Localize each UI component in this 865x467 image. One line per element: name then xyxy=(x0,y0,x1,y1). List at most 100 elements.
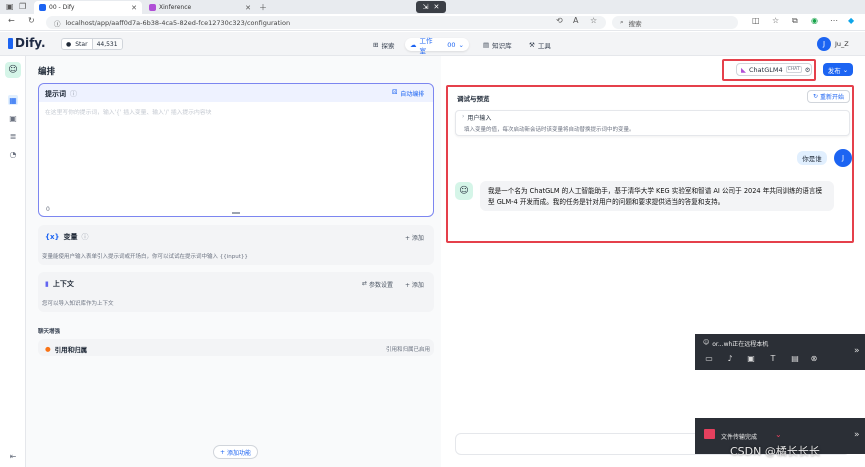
copilot-icon[interactable]: ◆ xyxy=(848,16,854,25)
magic-icon: ⚄ xyxy=(392,89,398,96)
close-tab-icon[interactable]: ✕ xyxy=(131,4,137,12)
orchestrate-icon[interactable]: ▦ xyxy=(8,95,18,105)
page-title: 编排 xyxy=(38,67,56,77)
nav-studio[interactable]: ☁ 工作室 00 ⌄ xyxy=(405,37,469,55)
github-star-button[interactable]: ● Star 44,531 xyxy=(61,38,123,50)
bot-face-icon: ☺ xyxy=(459,186,469,196)
remote-control-badge[interactable]: ⇲ ✕ xyxy=(416,1,446,13)
watermark: CSDN @橘长长长 xyxy=(730,445,820,458)
read-aloud-icon[interactable]: A xyxy=(573,16,578,25)
folder-icon[interactable]: ▤ xyxy=(790,353,800,363)
citation-icon: ● xyxy=(45,345,51,353)
chevron-down-icon[interactable]: ⌄ xyxy=(775,430,782,439)
close-tab-icon[interactable]: ✕ xyxy=(245,4,251,12)
screen-share-icon[interactable]: ▣ xyxy=(746,353,756,363)
address-bar[interactable]: ⓘ localhost/app/aaff0d7a-6b38-4ca5-82ed-… xyxy=(46,16,606,29)
context-settings-button[interactable]: ⇄ 参数设置 xyxy=(362,280,393,289)
chevron-right-icon: › xyxy=(462,113,465,120)
restart-button[interactable]: ↻ 重新开始 xyxy=(807,90,850,103)
prompt-header xyxy=(39,84,433,102)
publish-button[interactable]: 发布 ⌄ xyxy=(823,63,853,76)
url-text: localhost/app/aaff0d7a-6b38-4ca5-82ed-fc… xyxy=(65,18,291,27)
extension-icon[interactable]: ◉ xyxy=(811,16,818,25)
explore-icon: ⊞ xyxy=(373,40,379,49)
model-settings-icon[interactable]: ⚙ xyxy=(805,66,814,74)
bot-message: 我是一个名为 ChatGLM 的人工智能助手，基于清华大学 KEG 实验室和智谱… xyxy=(480,181,834,211)
monitor-icon[interactable]: ◔ xyxy=(8,149,18,159)
prompt-editor[interactable] xyxy=(38,83,434,217)
settings-sliders-icon: ⇄ xyxy=(362,280,368,287)
auto-orchestrate-button[interactable]: ⚄ 自动编排 xyxy=(392,89,424,98)
help-icon[interactable]: ⓘ xyxy=(70,89,77,99)
context-title: ▮ 上下文 xyxy=(45,280,74,288)
add-variable-button[interactable]: + 添加 xyxy=(405,233,424,242)
arrows-icon: ⇲ xyxy=(422,3,429,11)
split-screen-icon[interactable]: ◫ xyxy=(752,16,760,25)
github-icon: ● xyxy=(66,40,72,48)
close-icon: ✕ xyxy=(433,3,440,11)
favorite-star-icon[interactable]: ☆ xyxy=(590,16,597,25)
nav-explore[interactable]: ⊞ 探索 xyxy=(368,38,399,51)
nav-knowledge[interactable]: ▤ 知识库 xyxy=(478,38,517,51)
user-chat-avatar: J xyxy=(834,149,852,167)
user-name[interactable]: Ju_Z xyxy=(835,40,849,48)
user-message: 你是谁 xyxy=(797,151,827,165)
variables-title: {x} 变量 ⓘ xyxy=(45,232,89,242)
api-access-icon[interactable]: ▣ xyxy=(8,113,18,123)
prompt-placeholder[interactable]: 在这里写你的提示词，输入'{' 插入变量、输入'/' 插入提示内容块 xyxy=(45,107,425,116)
logs-icon[interactable]: ≣ xyxy=(8,131,18,141)
expand-icon[interactable]: » xyxy=(854,346,860,356)
more-menu-icon[interactable]: ⋯ xyxy=(830,16,838,25)
back-icon[interactable]: ← xyxy=(8,16,15,25)
browser-search-box[interactable]: ⌕ 搜索 xyxy=(612,16,738,29)
new-tab-icon[interactable]: ＋ xyxy=(259,2,267,13)
refresh-icon[interactable]: ↻ xyxy=(28,16,35,25)
translate-icon[interactable]: ⟲ xyxy=(556,16,563,25)
user-icon: ☺ xyxy=(703,339,710,346)
favorites-icon[interactable]: ☆ xyxy=(772,16,779,25)
add-feature-button[interactable]: + 添加功能 xyxy=(213,445,258,459)
tab-list-icon[interactable]: ❐ xyxy=(19,2,26,11)
user-inputs-desc: 填入变量的值，每次启动新会话时该变量将自动替换提示词中的变量。 xyxy=(464,127,635,133)
current-app-name: 00 xyxy=(447,40,456,49)
add-context-button[interactable]: + 添加 xyxy=(405,280,424,289)
xinference-favicon-icon xyxy=(149,4,156,11)
tab-xinference[interactable]: Xinference ✕ xyxy=(144,1,256,14)
model-tag: CHAT xyxy=(785,66,802,73)
app-sidebar: ☺ ▦ ▣ ≣ ◔ ⇤ xyxy=(0,56,26,467)
user-avatar[interactable]: J xyxy=(817,37,831,51)
chat-enhance-label: 聊天增强 xyxy=(38,329,61,335)
expand-icon[interactable]: » xyxy=(854,430,860,440)
chevron-down-icon: ⌄ xyxy=(458,40,464,49)
knowledge-icon: ▤ xyxy=(483,40,490,49)
prompt-title: 提示词 ⓘ xyxy=(45,89,77,99)
resize-handle[interactable] xyxy=(232,212,240,214)
collections-icon[interactable]: ⧉ xyxy=(792,16,798,26)
remote-control-toolbar: ☺ or...wh正在远程本机 ▭ ♪ ▣ T ▤ ⊗ » xyxy=(695,334,865,370)
nav-tools[interactable]: ⚒ 工具 xyxy=(524,38,556,51)
help-icon[interactable]: ⓘ xyxy=(81,232,88,242)
model-selector[interactable]: ◣ ChatGLM4 CHAT ⚙ xyxy=(736,63,812,76)
tab-dify[interactable]: 00 - Dify ✕ xyxy=(34,1,142,14)
dify-favicon-icon xyxy=(39,4,46,11)
close-circle-icon[interactable]: ⊗ xyxy=(809,353,819,363)
debug-panel-title: 调试与预览 xyxy=(457,95,490,103)
chat-icon[interactable]: ▭ xyxy=(704,353,714,363)
citation-section[interactable] xyxy=(38,339,434,356)
citation-status: 引用和归属已启用 xyxy=(386,347,431,353)
user-inputs-title: › 用户输入 xyxy=(462,113,492,122)
collapse-sidebar-icon[interactable]: ⇤ xyxy=(8,451,18,461)
debug-preview-panel xyxy=(446,85,854,243)
window-menu-icon[interactable]: ▣ xyxy=(6,2,14,11)
text-icon[interactable]: T xyxy=(768,353,778,363)
logo-mark-icon xyxy=(8,37,13,49)
microphone-icon[interactable]: ♪ xyxy=(725,353,735,363)
app-icon[interactable]: ☺ xyxy=(5,62,21,78)
context-desc: 您可以导入知识库作为上下文 xyxy=(42,301,114,307)
citation-title: ● 引用和归属 xyxy=(45,345,88,354)
variable-brace-icon: {x} xyxy=(45,233,60,241)
browser-tab-bar: ▣ ❐ 00 - Dify ✕ Xinference ✕ ＋ ⇲ ✕ xyxy=(0,0,865,14)
dify-logo[interactable]: Dify. xyxy=(8,36,46,50)
search-icon: ⌕ xyxy=(620,18,624,26)
document-icon: ▮ xyxy=(45,280,49,288)
